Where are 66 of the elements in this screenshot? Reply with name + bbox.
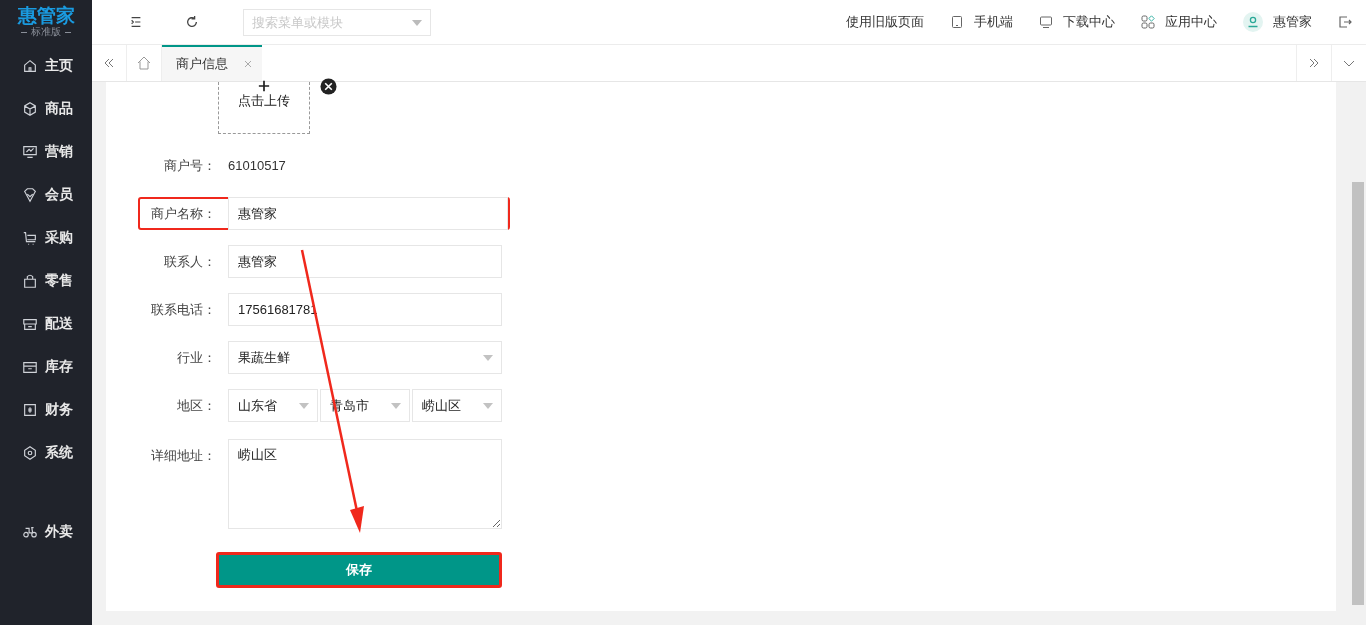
menu-item-icon xyxy=(22,401,38,418)
sidebar-item[interactable]: 商品 xyxy=(0,87,92,130)
caret-icon xyxy=(391,402,401,409)
close-icon[interactable] xyxy=(244,60,252,68)
tab-label: 商户信息 xyxy=(176,55,228,73)
apps-icon xyxy=(1141,15,1155,29)
menu-item-icon xyxy=(22,57,38,74)
sidebar-item[interactable]: 会员 xyxy=(0,173,92,216)
caret-icon xyxy=(483,402,493,409)
field-label: 商户名称： xyxy=(150,204,217,223)
menu-item-icon xyxy=(22,444,38,461)
input-field[interactable]: 惠管家 xyxy=(228,197,508,230)
caret-icon xyxy=(299,402,309,409)
sidebar-item[interactable]: 系统 xyxy=(0,431,92,474)
menu-item-icon xyxy=(22,100,38,117)
save-button[interactable]: 保存 xyxy=(216,552,502,588)
select-field[interactable]: 山东省 xyxy=(228,389,318,422)
merchant-number: 61010517 xyxy=(228,158,286,173)
user-avatar-icon xyxy=(1243,12,1263,32)
sidebar-item[interactable]: 采购 xyxy=(0,216,92,259)
sidebar-item[interactable]: 外卖 xyxy=(0,510,92,553)
field-label: 联系电话： xyxy=(150,300,217,319)
sidebar-item[interactable]: 主页 xyxy=(0,44,92,87)
sidebar-item[interactable]: 库存 xyxy=(0,345,92,388)
caret-icon xyxy=(412,19,422,26)
address-textarea[interactable]: 崂山区 xyxy=(228,439,502,529)
home-tab[interactable] xyxy=(127,45,162,81)
double-left-chevron-icon xyxy=(103,57,115,69)
menu-item-icon xyxy=(22,186,38,203)
top-link[interactable]: 使用旧版页面 xyxy=(846,13,924,31)
field-label: 详细地址： xyxy=(150,447,217,465)
upload-box[interactable]: 点击上传 xyxy=(218,82,310,134)
tab-menu-button[interactable] xyxy=(1331,45,1366,81)
user-name[interactable]: 惠管家 xyxy=(1273,13,1312,31)
caret-icon xyxy=(483,354,493,361)
menu-item-icon xyxy=(22,143,38,160)
edition-label: 标准版 xyxy=(31,26,61,38)
field-label: 联系人： xyxy=(163,252,217,271)
sidebar-item[interactable]: 财务 xyxy=(0,388,92,431)
sidebar-item[interactable]: 营销 xyxy=(0,130,92,173)
select-field[interactable]: 崂山区 xyxy=(412,389,502,422)
sidebar-item[interactable]: 配送 xyxy=(0,302,92,345)
field-label: 地区： xyxy=(176,396,217,415)
menu-item-icon xyxy=(22,229,38,246)
collapse-menu-icon[interactable] xyxy=(129,15,143,29)
home-icon xyxy=(136,55,152,71)
logout-icon[interactable] xyxy=(1338,15,1352,29)
input-field[interactable]: 惠管家 xyxy=(228,245,502,278)
logo-text: 惠管家 xyxy=(17,6,75,26)
plus-icon xyxy=(258,80,270,92)
field-label: 行业： xyxy=(176,348,217,367)
top-link[interactable]: 下载中心 xyxy=(1063,13,1115,31)
top-link[interactable]: 应用中心 xyxy=(1165,13,1217,31)
select-field[interactable]: 果蔬生鲜 xyxy=(228,341,502,374)
menu-item-icon xyxy=(22,272,38,289)
page-tab[interactable]: 商户信息 xyxy=(162,45,262,81)
top-link[interactable]: 手机端 xyxy=(974,13,1013,31)
remove-icon[interactable] xyxy=(320,78,337,95)
scroll-left-button[interactable] xyxy=(92,45,127,81)
double-right-chevron-icon xyxy=(1308,57,1320,69)
sidebar-item[interactable]: 零售 xyxy=(0,259,92,302)
monitor-icon xyxy=(1039,15,1053,29)
refresh-icon[interactable] xyxy=(185,15,199,29)
field-label: 商户号： xyxy=(163,156,217,175)
tablet-icon xyxy=(950,15,964,29)
scroll-right-button[interactable] xyxy=(1296,45,1331,81)
